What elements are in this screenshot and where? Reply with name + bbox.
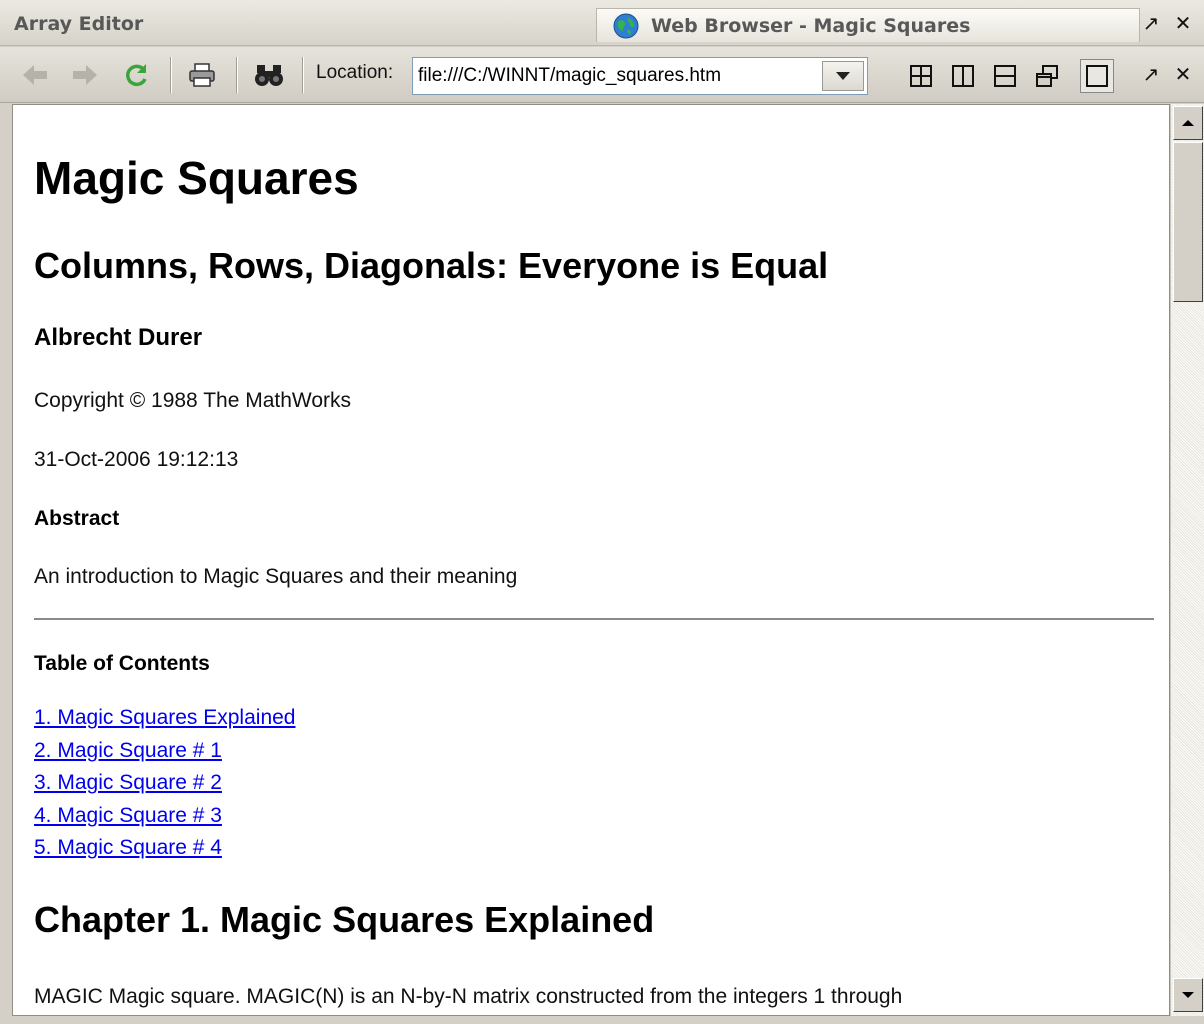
toolbar-close-button[interactable]: ✕	[1172, 62, 1194, 86]
split-columns-button[interactable]	[946, 59, 980, 93]
tile-grid-button[interactable]	[904, 59, 938, 93]
location-label: Location:	[316, 62, 394, 83]
undock-arrow-icon: ↗	[1142, 11, 1160, 35]
refresh-icon	[126, 64, 147, 87]
maximize-document-icon	[1086, 65, 1108, 87]
toc-link-4[interactable]: 4. Magic Square # 3	[34, 804, 222, 827]
toolbar-undock-button[interactable]: ↗	[1140, 62, 1162, 86]
arrow-down-icon	[1182, 992, 1194, 998]
chapter-heading: Chapter 1. Magic Squares Explained	[34, 899, 655, 940]
split-rows-button[interactable]	[988, 59, 1022, 93]
scroll-up-button[interactable]	[1173, 106, 1203, 140]
toc-link-5[interactable]: 5. Magic Square # 4	[34, 836, 222, 859]
forward-arrow-icon	[73, 65, 97, 85]
toc-item: 1. Magic Squares Explained	[34, 706, 296, 739]
print-button[interactable]	[184, 57, 220, 93]
tab-array-editor[interactable]: Array Editor	[14, 9, 143, 39]
print-icon	[189, 63, 215, 87]
toc-link-3[interactable]: 3. Magic Square # 2	[34, 771, 222, 794]
chapter-text: MAGIC Magic square. MAGIC(N) is an N-by-…	[34, 985, 903, 1008]
back-button[interactable]	[18, 57, 52, 93]
table-of-contents: 1. Magic Squares Explained 2. Magic Squa…	[34, 706, 296, 869]
toolbar-separator	[236, 57, 238, 93]
toc-heading: Table of Contents	[34, 652, 210, 675]
page-subtitle: Columns, Rows, Diagonals: Everyone is Eq…	[34, 245, 829, 286]
find-binoculars-icon	[255, 65, 283, 86]
split-columns-icon	[952, 65, 974, 87]
split-rows-icon	[994, 65, 1016, 87]
toolbar-separator	[302, 57, 304, 93]
toc-link-2[interactable]: 2. Magic Square # 1	[34, 739, 222, 762]
undock-arrow-icon: ↗	[1142, 62, 1160, 86]
author-name: Albrecht Durer	[34, 324, 203, 351]
refresh-button[interactable]	[120, 57, 154, 93]
location-input[interactable]	[413, 58, 819, 94]
close-button[interactable]: ✕	[1172, 11, 1194, 35]
browser-content: Magic Squares Columns, Rows, Diagonals: …	[12, 104, 1170, 1016]
scroll-thumb[interactable]	[1173, 142, 1203, 302]
date-text: 31-Oct-2006 19:12:13	[34, 448, 239, 471]
cascade-windows-button[interactable]	[1030, 59, 1064, 93]
find-button[interactable]	[250, 57, 288, 93]
scroll-down-button[interactable]	[1173, 978, 1203, 1012]
close-icon: ✕	[1174, 11, 1192, 35]
cascade-windows-icon	[1036, 65, 1058, 87]
toc-item: 4. Magic Square # 3	[34, 804, 296, 837]
page-title: Magic Squares	[34, 152, 359, 204]
back-arrow-icon	[23, 65, 47, 85]
abstract-heading: Abstract	[34, 507, 120, 530]
toc-link-1[interactable]: 1. Magic Squares Explained	[34, 706, 296, 729]
tab-web-browser-label: Web Browser - Magic Squares	[651, 14, 971, 37]
title-bar: Array Editor Web Browser - Magic Squares…	[0, 0, 1204, 46]
close-icon: ✕	[1174, 62, 1192, 86]
tab-array-editor-label: Array Editor	[14, 13, 144, 35]
toc-item: 2. Magic Square # 1	[34, 739, 296, 772]
toolbar-separator	[170, 57, 172, 93]
abstract-text: An introduction to Magic Squares and the…	[34, 565, 518, 588]
toc-item: 5. Magic Square # 4	[34, 836, 296, 869]
forward-button[interactable]	[68, 57, 102, 93]
globe-icon	[613, 13, 639, 38]
browser-toolbar: Location: file:///C:/WINNT/magic_squares…	[0, 47, 1204, 103]
toc-item: 3. Magic Square # 2	[34, 771, 296, 804]
arrow-up-icon	[1182, 120, 1194, 126]
chevron-down-icon	[836, 72, 850, 80]
vertical-scrollbar[interactable]	[1170, 104, 1204, 1016]
tab-web-browser[interactable]: Web Browser - Magic Squares	[596, 8, 1140, 42]
undock-button[interactable]: ↗	[1140, 11, 1162, 35]
copyright-text: Copyright © 1988 The MathWorks	[34, 389, 352, 412]
location-dropdown-button[interactable]	[822, 61, 864, 91]
grid-tile-icon	[910, 65, 932, 87]
divider	[34, 618, 1154, 620]
location-field[interactable]	[412, 57, 868, 95]
maximize-document-button[interactable]	[1080, 59, 1114, 93]
